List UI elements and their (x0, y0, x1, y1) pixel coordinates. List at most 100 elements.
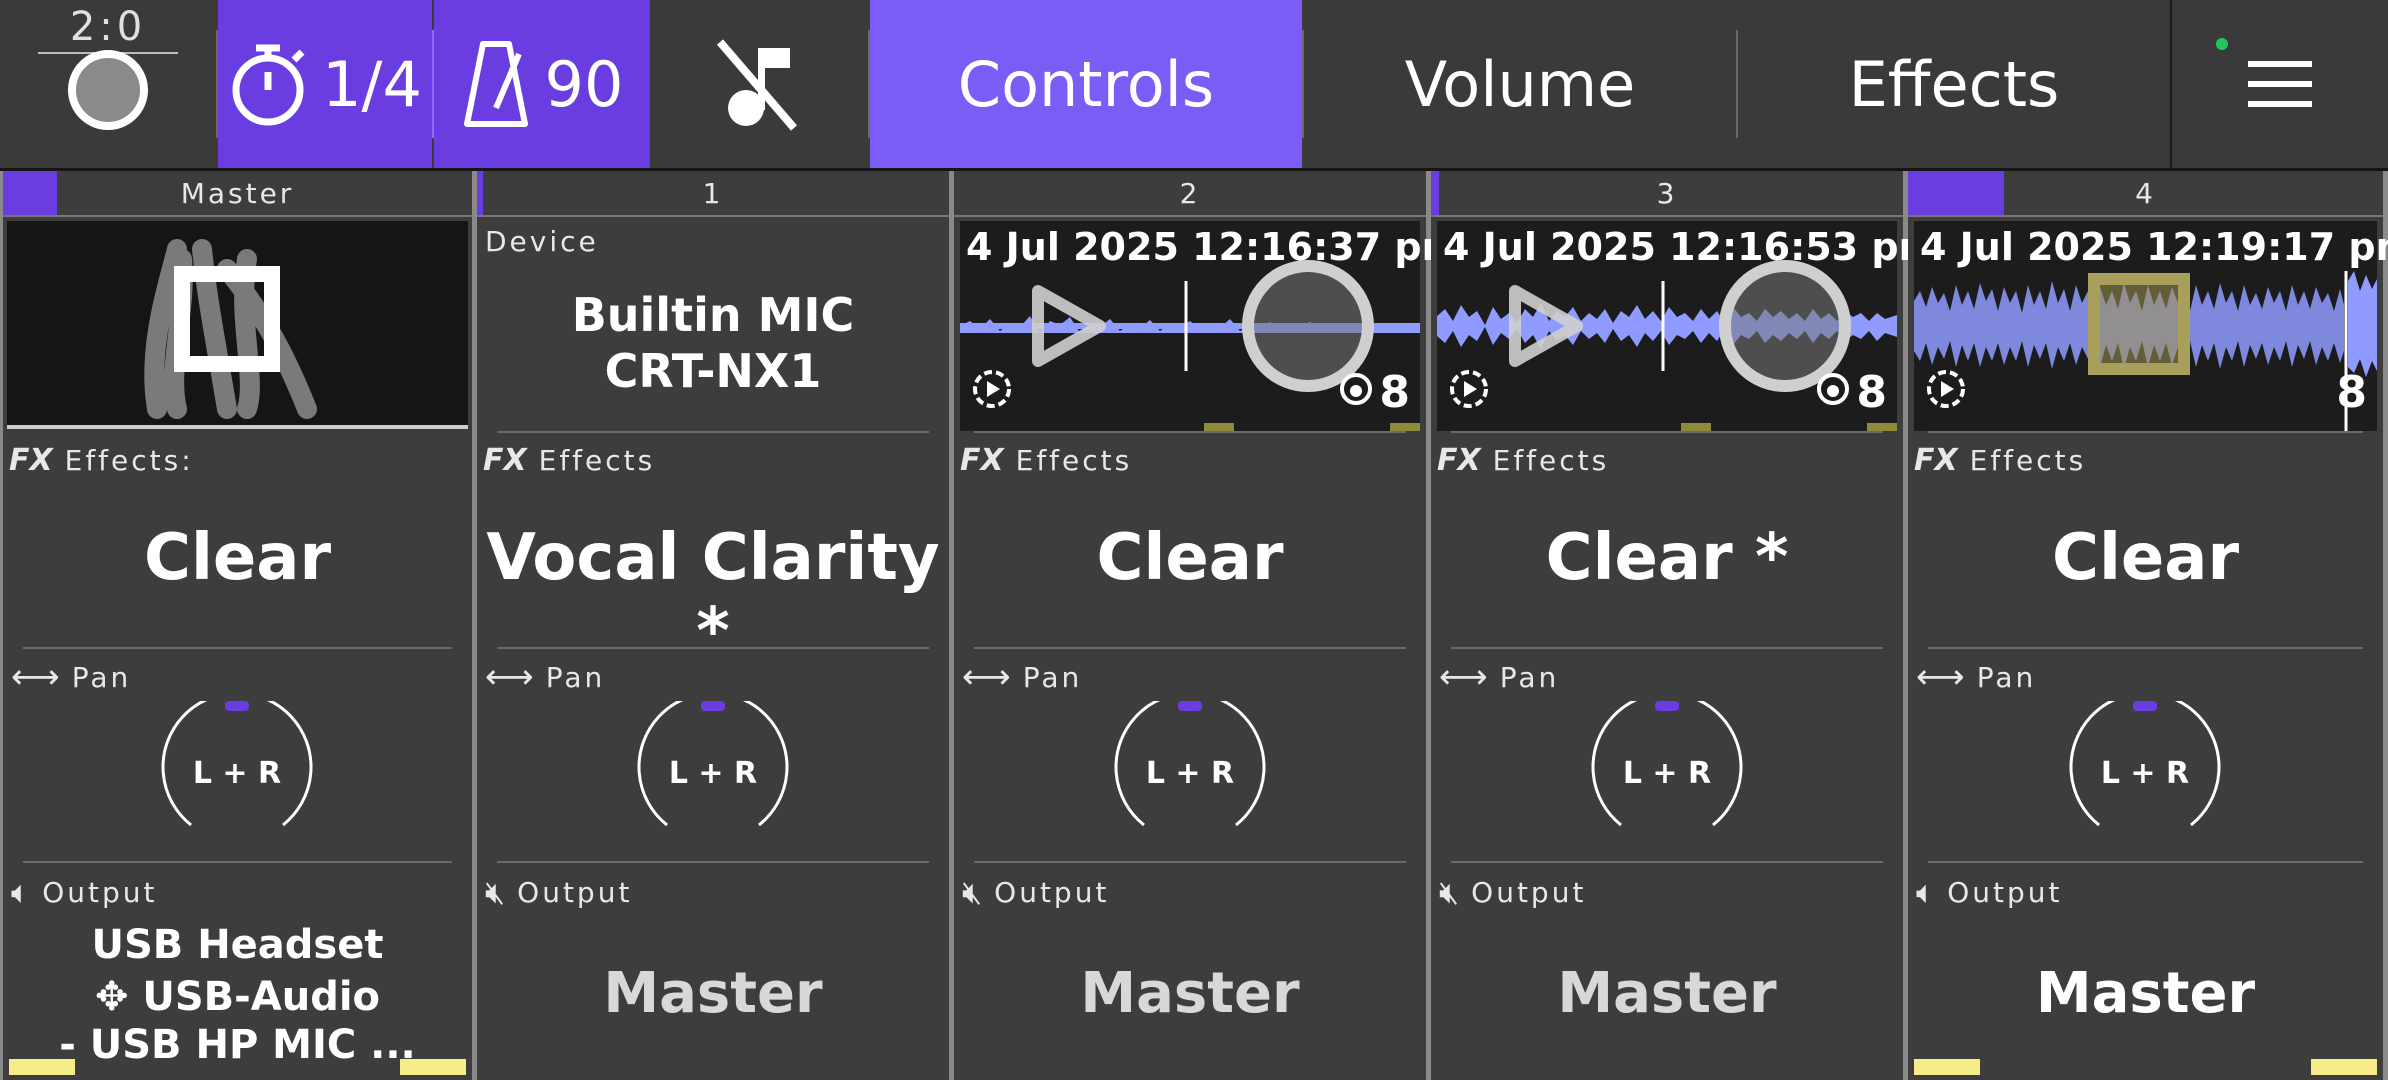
loop-count: 8 (1379, 367, 1410, 418)
section-divider (1928, 431, 2363, 433)
strip-header-accent (477, 171, 483, 215)
strip-header-label: 3 (1656, 176, 1678, 210)
pan-label: Pan (1499, 660, 1560, 694)
pan-arrows-icon: ⟷ (962, 657, 1011, 697)
section-divider (974, 431, 1406, 433)
pan-value: L + R (193, 756, 281, 791)
effects-label: Effects: (64, 444, 194, 477)
stopwatch-icon (232, 44, 305, 126)
record-circle-icon (68, 50, 148, 130)
quantize-button[interactable]: 1/4 (218, 0, 432, 168)
pan-section-label: ⟷ Pan (485, 657, 605, 697)
section-divider (974, 647, 1406, 649)
pan-arrows-icon: ⟷ (1439, 657, 1488, 697)
fx-icon: FX (9, 443, 53, 478)
level-meter-left (9, 1059, 75, 1075)
tab-volume[interactable]: Volume (1304, 0, 1736, 168)
output-routing-value[interactable]: Master (477, 961, 949, 1026)
effects-label: Effects (1492, 444, 1610, 477)
effects-preset-value[interactable]: Clear (1908, 521, 2383, 595)
top-toolbar: 2:0 1/4 90 Controls Volume Effects (0, 0, 2388, 171)
speaker-muted-icon: 🔇︎ (962, 873, 983, 911)
pan-arrows-icon: ⟷ (1916, 657, 1965, 697)
strip-divider (2383, 171, 2388, 1080)
effects-preset-value[interactable]: Clear * (1431, 521, 1903, 595)
recording-timestamp: 4 Jul 2025 12:16:37 pm (966, 225, 1462, 269)
strip-header: 1 (477, 171, 949, 217)
section-divider (1451, 431, 1883, 433)
hamburger-menu-icon (2248, 61, 2312, 107)
fx-icon: FX (483, 443, 527, 478)
level-indicator (1867, 423, 1897, 431)
pan-section-label: ⟷ Pan (1439, 657, 1559, 697)
output-device-value[interactable]: USB Headset ✥ USB-Audio - USB HP MIC ... (3, 921, 472, 1069)
level-indicator (1204, 423, 1234, 431)
strip-header: 2 (954, 171, 1426, 217)
strip-header: 3 (1431, 171, 1903, 217)
tempo-button[interactable]: 90 (434, 0, 650, 168)
pan-knob[interactable]: L + R (1110, 701, 1270, 841)
tab-controls-label: Controls (957, 47, 1215, 121)
channel-strip-1: 1 Device Builtin MIC CRT-NX1 FX Effects … (477, 171, 949, 1080)
status-dot (2216, 38, 2228, 50)
pan-label: Pan (545, 660, 606, 694)
click-mute-button[interactable] (650, 0, 868, 168)
tab-volume-label: Volume (1404, 47, 1636, 121)
channel-strip-master: Master FX Effects: Clear ⟷ Pan L + R 🔈︎ … (3, 171, 472, 1080)
loop-sync-icon (1447, 367, 1491, 416)
pan-value: L + R (1146, 756, 1234, 791)
output-label: Output (1471, 876, 1587, 909)
strip-header-accent (1908, 171, 2004, 215)
channel-strip-4: 4 4 Jul 2025 12:19:17 pm 8 FX Effects Cl… (1908, 171, 2388, 1080)
strip-header-accent (1431, 171, 1439, 215)
output-label: Output (42, 876, 158, 909)
tab-controls[interactable]: Controls (870, 0, 1302, 168)
output-section-label: 🔈︎ Output (11, 873, 157, 912)
effects-section-label: FX Effects (1914, 443, 2086, 478)
output-line: USB Headset (91, 922, 384, 968)
tab-effects[interactable]: Effects (1738, 0, 2170, 168)
pan-label: Pan (1022, 660, 1083, 694)
output-routing-value[interactable]: Master (954, 961, 1426, 1026)
section-divider (1928, 647, 2363, 649)
strip-header-label: 4 (2135, 176, 2156, 210)
output-routing-value[interactable]: Master (1908, 961, 2383, 1026)
music-note-off-icon (716, 39, 798, 131)
pan-arrows-icon: ⟷ (485, 657, 534, 697)
strip-header-accent (3, 171, 57, 215)
section-divider (1928, 861, 2363, 863)
section-divider (497, 431, 929, 433)
effects-preset-value[interactable]: Clear (954, 521, 1426, 595)
device-section-label: Device (485, 225, 599, 258)
record-button[interactable]: 2:0 (0, 0, 216, 168)
strip-header-label: Master (180, 176, 295, 210)
effects-preset-value[interactable]: Clear (3, 521, 472, 595)
loop-sync-icon (1924, 367, 1968, 416)
loop-sync-icon (970, 367, 1014, 416)
speaker-muted-icon: 🔇︎ (1439, 873, 1460, 911)
effects-label: Effects (538, 444, 656, 477)
timer-display: 2:0 (69, 4, 147, 50)
output-label: Output (1947, 876, 2063, 909)
master-mix-pad[interactable] (7, 221, 468, 429)
output-label: Output (994, 876, 1110, 909)
overdub-icon (1338, 371, 1374, 412)
pan-knob[interactable]: L + R (1587, 701, 1747, 841)
overdub-icon (1815, 371, 1851, 412)
level-meter-right (2311, 1059, 2377, 1075)
pan-knob[interactable]: L + R (633, 701, 793, 841)
fx-icon: FX (960, 443, 1004, 478)
pan-label: Pan (71, 660, 132, 694)
input-device-value[interactable]: Builtin MIC CRT-NX1 (477, 287, 949, 399)
tab-effects-label: Effects (1848, 47, 2060, 121)
level-meter-left (1914, 1059, 1980, 1075)
menu-button[interactable] (2172, 0, 2388, 168)
strip-header-label: 2 (1179, 176, 1201, 210)
pan-knob[interactable]: L + R (157, 701, 317, 841)
output-routing-value[interactable]: Master (1431, 961, 1903, 1026)
speaker-icon: 🔈︎ (11, 873, 31, 911)
pan-knob[interactable]: L + R (2065, 701, 2225, 841)
effects-section-label: FX Effects (960, 443, 1132, 478)
output-section-label: 🔈︎ Output (1916, 873, 2062, 912)
mix-stop-icon (144, 239, 317, 419)
